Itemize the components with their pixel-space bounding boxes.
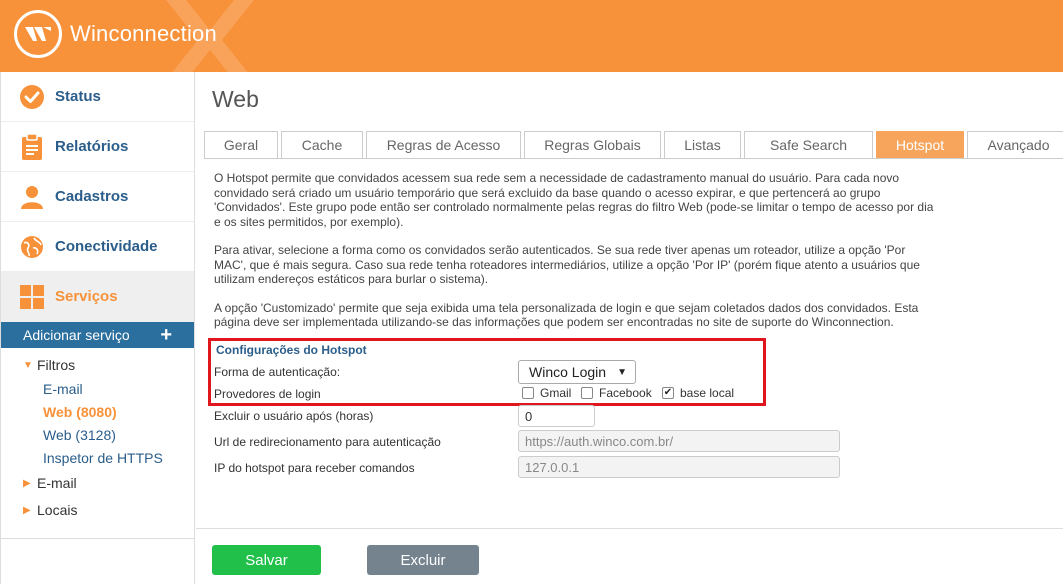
page-title: Web (212, 86, 259, 112)
provider-label: base local (680, 386, 735, 400)
hotspot-ip-label: IP do hotspot para receber comandos (214, 461, 415, 475)
tree-leaf-web-8080[interactable]: Web (8080) (1, 400, 194, 423)
plus-icon: + (160, 324, 172, 346)
check-circle-icon (19, 84, 45, 110)
sidebar-item-cadastros[interactable]: Cadastros (1, 172, 194, 222)
add-service-button[interactable]: Adicionar serviço + (1, 322, 194, 348)
redirect-url-input[interactable]: https://auth.winco.com.br/ (518, 430, 840, 452)
tree-leaf-https-inspector[interactable]: Inspetor de HTTPS (1, 446, 194, 469)
grid-icon (19, 284, 45, 310)
tab-hotspot[interactable]: Hotspot (876, 131, 964, 158)
tree-node-label: Filtros (37, 357, 76, 373)
tab-divider (204, 158, 1063, 159)
add-service-label: Adicionar serviço (23, 327, 130, 343)
description-paragraph: Para ativar, selecione a forma como os c… (214, 243, 920, 286)
sidebar-item-conectividade[interactable]: Conectividade (1, 222, 194, 272)
clipboard-icon (19, 133, 45, 160)
user-icon (19, 184, 45, 210)
tree-leaf-web-3128[interactable]: Web (3128) (1, 423, 194, 446)
providers-label: Provedores de login (214, 387, 321, 401)
sidebar-item-label: Relatórios (55, 138, 129, 155)
sidebar: Status Relatórios Cadastros Conectividad… (0, 72, 195, 584)
triangle-right-icon: ▶ (23, 504, 31, 516)
checkbox-facebook[interactable] (581, 387, 593, 399)
delete-after-label: Excluir o usuário após (horas) (214, 409, 374, 423)
tree-node-label: Locais (37, 502, 78, 518)
provider-label: Facebook (599, 386, 652, 400)
auth-method-value: Winco Login (529, 364, 607, 380)
redirect-url-label: Url de redirecionamento para autenticaçã… (214, 435, 441, 449)
tree-node-email[interactable]: ▶ E-mail (1, 471, 194, 495)
sidebar-footer (1, 538, 195, 584)
auth-method-label: Forma de autenticação: (214, 365, 341, 379)
globe-icon (19, 234, 45, 260)
brand-logo[interactable]: Winconnection (14, 10, 217, 58)
sidebar-item-relatorios[interactable]: Relatórios (1, 122, 194, 172)
checkbox-base-local[interactable]: ✔ (662, 387, 674, 399)
tab-geral[interactable]: Geral (204, 131, 278, 158)
save-button[interactable]: Salvar (212, 545, 321, 575)
sidebar-item-status[interactable]: Status (1, 72, 194, 122)
provider-base-local[interactable]: ✔ base local (662, 386, 734, 400)
tab-safe-search[interactable]: Safe Search (744, 131, 873, 158)
tab-listas[interactable]: Listas (664, 131, 741, 158)
provider-label: Gmail (540, 386, 572, 400)
description-paragraph: O Hotspot permite que convidados acessem… (214, 171, 934, 229)
tab-cache[interactable]: Cache (281, 131, 363, 158)
brand-name: Winconnection (70, 21, 217, 46)
tree-node-filtros[interactable]: ▼ Filtros (1, 353, 194, 377)
triangle-right-icon: ▶ (23, 477, 31, 489)
tree-node-label: E-mail (37, 475, 77, 491)
services-tree: ▼ Filtros E-mail Web (8080) Web (3128) I… (1, 348, 194, 522)
main-content: Web Geral Cache Regras de Acesso Regras … (196, 72, 1063, 584)
checkbox-gmail[interactable] (522, 387, 534, 399)
sidebar-item-label: Serviços (55, 288, 118, 305)
hotspot-description: O Hotspot permite que convidados acessem… (214, 171, 934, 344)
tab-regras-de-acesso[interactable]: Regras de Acesso (366, 131, 521, 158)
app-header: Winconnection (0, 0, 1063, 72)
dropdown-arrow-icon: ▼ (617, 366, 627, 378)
tree-leaf-email[interactable]: E-mail (1, 377, 194, 400)
winconnection-logo-icon (14, 10, 62, 58)
delete-after-input[interactable]: 0 (518, 405, 595, 427)
tab-regras-globais[interactable]: Regras Globais (524, 131, 661, 158)
sidebar-item-label: Conectividade (55, 238, 158, 255)
auth-method-select[interactable]: Winco Login ▼ (518, 360, 636, 384)
tab-avancado[interactable]: Avançado (967, 131, 1063, 158)
config-section-title: Configurações do Hotspot (216, 343, 367, 357)
sidebar-item-label: Status (55, 88, 101, 105)
provider-facebook[interactable]: Facebook (581, 386, 652, 400)
description-paragraph: A opção 'Customizado' permite que seja e… (214, 300, 919, 330)
sidebar-item-servicos[interactable]: Serviços (1, 272, 194, 322)
tree-node-locais[interactable]: ▶ Locais (1, 498, 194, 522)
footer-divider (196, 528, 1063, 529)
sidebar-item-label: Cadastros (55, 188, 129, 205)
hotspot-ip-input[interactable]: 127.0.0.1 (518, 456, 840, 478)
tab-bar: Geral Cache Regras de Acesso Regras Glob… (204, 131, 1063, 158)
provider-gmail[interactable]: Gmail (522, 386, 571, 400)
delete-button[interactable]: Excluir (367, 545, 479, 575)
triangle-down-icon: ▼ (23, 359, 33, 371)
